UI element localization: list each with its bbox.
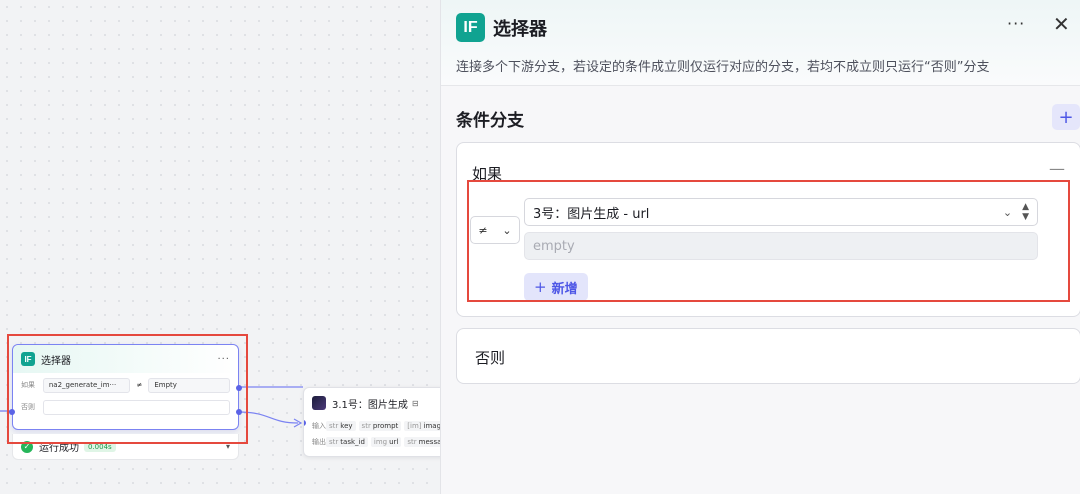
gen-input-label: 输入 xyxy=(312,422,326,430)
variable-select[interactable]: 3号：图片生成 - url ⌄ ▲ ▼ xyxy=(524,198,1038,226)
if-output-port[interactable] xyxy=(236,385,242,391)
output-tag: str messa xyxy=(404,437,440,447)
panel-header: IF 选择器 ··· ✕ 连接多个下游分支，若设定的条件成立则仅运行对应的分支，… xyxy=(441,0,1080,86)
node-else-label: 否则 xyxy=(21,403,35,411)
else-branch-card: 否则 xyxy=(456,328,1080,384)
compare-value-input[interactable]: empty xyxy=(524,232,1038,260)
node-if-variable: na2_generate_im··· xyxy=(42,377,131,393)
selector-node-title: 选择器 xyxy=(41,355,71,367)
more-icon[interactable]: ··· xyxy=(1007,14,1025,33)
workflow-canvas[interactable]: IF 选择器 ··· 如果 na2_generate_im··· ≠ Empty… xyxy=(0,0,440,494)
plugin-icon: ⊟ xyxy=(411,398,419,408)
input-tag: [im] imag xyxy=(404,421,440,431)
if-branch-label: 如果 xyxy=(472,165,503,183)
run-duration-badge: 0.004s xyxy=(84,441,116,452)
input-tag: str key xyxy=(326,421,356,431)
if-icon: IF xyxy=(21,352,35,366)
success-check-icon: ✓ xyxy=(21,440,33,453)
add-condition-button[interactable]: + 新增 xyxy=(524,273,588,301)
selector-config-panel: IF 选择器 ··· ✕ 连接多个下游分支，若设定的条件成立则仅运行对应的分支，… xyxy=(440,0,1080,494)
close-icon[interactable]: ✕ xyxy=(1053,12,1070,36)
node-if-value: Empty xyxy=(148,377,230,393)
chevron-down-icon: ⌄ xyxy=(1002,205,1013,219)
panel-description: 连接多个下游分支，若设定的条件成立则仅运行对应的分支，若均不成立则只运行“否则”… xyxy=(456,60,990,75)
run-status-bar[interactable]: ✓ 运行成功 0.004s ▾ xyxy=(12,434,239,460)
node-if-label: 如果 xyxy=(21,381,35,389)
node-if-operator: ≠ xyxy=(136,381,143,389)
add-branch-button[interactable]: + xyxy=(1052,104,1080,130)
image-gen-icon xyxy=(312,396,326,410)
compare-value-placeholder: empty xyxy=(533,238,575,254)
operator-value: ≠ xyxy=(478,223,488,237)
chevron-down-icon[interactable]: ▾ xyxy=(226,442,230,451)
if-icon: IF xyxy=(456,13,485,42)
else-branch-label: 否则 xyxy=(475,349,506,367)
image-gen-node-title: 3.1号：图片生成 xyxy=(332,399,408,411)
collapse-icon[interactable]: — xyxy=(1049,159,1065,178)
add-condition-label: 新增 xyxy=(551,281,578,297)
node-more-icon[interactable]: ··· xyxy=(217,354,230,365)
gen-output-row: 输出 str task_id img url str messa xyxy=(304,434,440,450)
chevron-down-icon: ⌄ xyxy=(502,223,512,237)
output-tag: str task_id xyxy=(326,437,368,447)
edge-else-to-gen xyxy=(238,411,299,424)
reorder-handle-icon[interactable]: ▲ ▼ xyxy=(1022,202,1029,222)
image-gen-node-header: 3.1号：图片生成 ⊟ xyxy=(304,388,440,418)
input-tag: str prompt xyxy=(358,421,402,431)
if-branch-card: 如果 — ≠ ⌄ 3号：图片生成 - url ⌄ ▲ ▼ empty + 新增 xyxy=(456,142,1080,317)
section-title: 条件分支 xyxy=(456,111,524,131)
else-output-port[interactable] xyxy=(236,409,242,415)
node-else-box xyxy=(42,399,230,415)
selector-node[interactable]: IF 选择器 ··· 如果 na2_generate_im··· ≠ Empty… xyxy=(9,344,242,430)
selector-node-header: IF 选择器 ··· xyxy=(13,345,238,373)
variable-value: 3号：图片生成 - url xyxy=(533,206,650,222)
node-if-row: 如果 na2_generate_im··· ≠ Empty xyxy=(21,375,230,395)
run-status-text: 运行成功 xyxy=(39,443,79,454)
gen-output-label: 输出 xyxy=(312,438,326,446)
operator-select[interactable]: ≠ ⌄ xyxy=(470,216,520,244)
plus-icon: + xyxy=(534,278,547,296)
image-gen-node[interactable]: 3.1号：图片生成 ⊟ 输入 str key str prompt [im] imag… xyxy=(303,387,440,457)
panel-title: 选择器 xyxy=(493,19,547,40)
input-port[interactable] xyxy=(9,409,15,415)
gen-input-row: 输入 str key str prompt [im] imag xyxy=(304,418,440,434)
node-else-row: 否则 xyxy=(21,397,230,417)
output-tag: img url xyxy=(370,437,402,447)
